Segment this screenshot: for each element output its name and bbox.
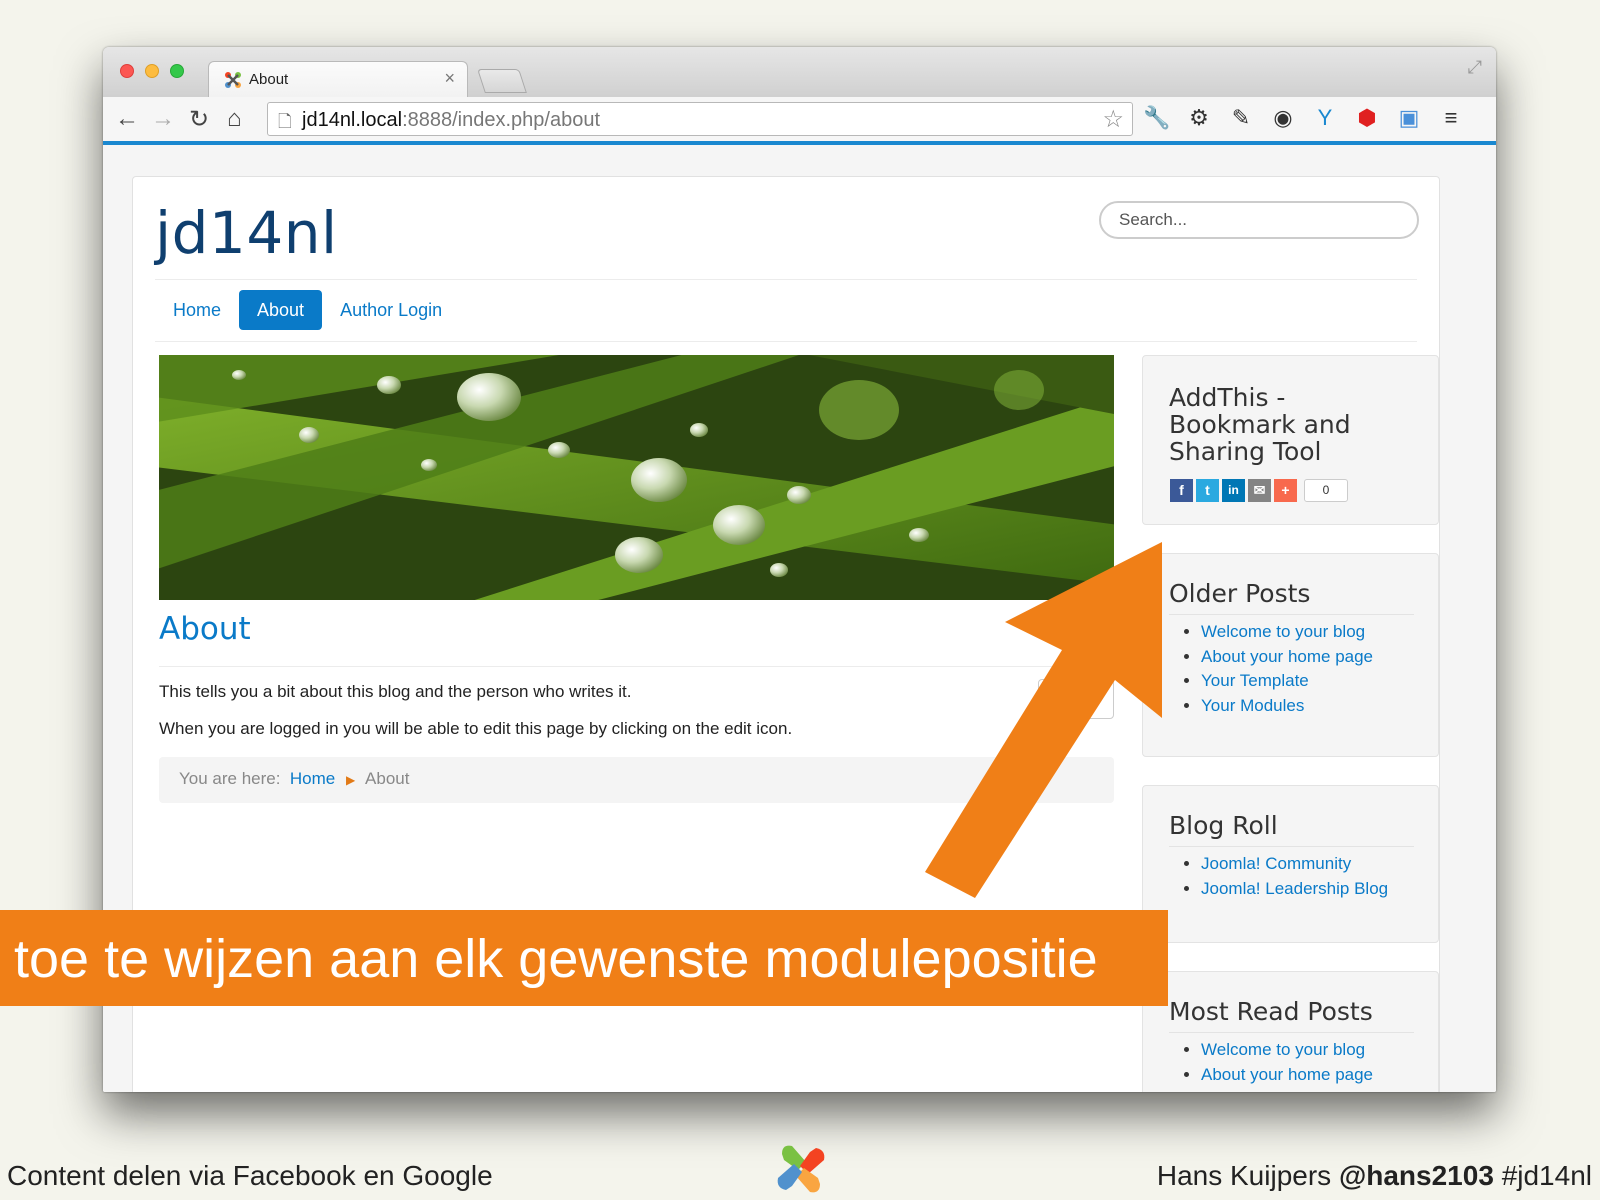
menu-item-author-login[interactable]: Author Login <box>322 290 460 330</box>
caption-banner: toe te wijzen aan elk gewenste modulepos… <box>0 910 1168 1006</box>
zoom-window-button[interactable] <box>170 64 184 78</box>
tab-close-icon[interactable]: × <box>444 68 455 89</box>
close-window-button[interactable] <box>120 64 134 78</box>
blog-roll-module: Blog Roll Joomla! Community Joomla! Lead… <box>1142 785 1439 943</box>
chevron-down-icon: ⌄ <box>1085 690 1099 707</box>
most-read-list: Welcome to your blog About your home pag… <box>1201 1038 1373 1087</box>
menu-icon[interactable]: ≡ <box>1437 105 1465 131</box>
url-text: jd14nl.local:8888/index.php/about <box>302 109 601 131</box>
breadcrumb-prefix: You are here: <box>179 769 281 788</box>
hero-image <box>159 355 1114 600</box>
share-count: 0 <box>1304 479 1348 502</box>
forward-icon[interactable]: → <box>151 105 175 133</box>
color-wheel-icon[interactable]: ◉ <box>1269 105 1297 131</box>
blog-roll-list: Joomla! Community Joomla! Leadership Blo… <box>1201 852 1388 901</box>
grass-dewdrops-image <box>159 355 1114 600</box>
page-icon: 🗋 <box>278 112 292 131</box>
list-item[interactable]: About your home page <box>1201 1063 1373 1088</box>
twitter-icon[interactable]: t <box>1196 479 1219 502</box>
site-title[interactable]: jd14nl <box>155 199 338 267</box>
facebook-icon[interactable]: f <box>1170 479 1193 502</box>
list-item[interactable]: Your Template <box>1201 669 1373 694</box>
list-item[interactable]: Your Modules <box>1201 694 1373 719</box>
list-item[interactable]: Joomla! Leadership Blog <box>1201 877 1388 902</box>
list-item[interactable]: Welcome to your blog <box>1201 1038 1373 1063</box>
main-menu: Home About Author Login <box>155 290 460 330</box>
search-input[interactable] <box>1099 201 1419 239</box>
screen-extension-icon[interactable]: ▣ <box>1395 105 1423 131</box>
tab-title: About <box>249 71 289 88</box>
article-title: About <box>159 611 251 647</box>
most-read-module: Most Read Posts Welcome to your blog Abo… <box>1142 971 1439 1092</box>
addthis-module: AddThis - Bookmark and Sharing Tool f t … <box>1142 355 1439 525</box>
list-item[interactable]: About your home page <box>1201 645 1373 670</box>
wrench-icon[interactable]: 🔧 <box>1143 105 1171 131</box>
menu-item-home[interactable]: Home <box>155 290 239 330</box>
new-tab-button[interactable] <box>477 69 527 93</box>
address-bar[interactable]: 🗋 jd14nl.local:8888/index.php/about ☆ <box>267 102 1133 136</box>
menu-item-about[interactable]: About <box>239 290 323 330</box>
more-share-icon[interactable]: + <box>1274 479 1297 502</box>
slide-footer-title: Content delen via Facebook en Google <box>7 1160 493 1191</box>
fullscreen-icon[interactable]: ⤢ <box>1468 57 1482 78</box>
breadcrumb-separator-icon: ▶ <box>346 773 356 787</box>
gear-icon[interactable]: ⚙ <box>1185 105 1213 131</box>
caption-text: toe te wijzen aan elk gewenste modulepos… <box>14 929 1098 989</box>
browser-tab-about[interactable]: About × <box>208 61 468 97</box>
reload-icon[interactable]: ↻ <box>189 105 209 134</box>
back-icon[interactable]: ← <box>115 105 139 133</box>
stop-extension-icon[interactable]: ⬢ <box>1353 105 1381 131</box>
list-item[interactable]: Joomla! Community <box>1201 852 1388 877</box>
divider <box>1169 1032 1414 1033</box>
browser-toolbar: ← → ↻ ⌂ 🗋 jd14nl.local:8888/index.php/ab… <box>103 97 1496 145</box>
module-title: Older Posts <box>1169 579 1311 608</box>
article-paragraph: When you are logged in you will be able … <box>159 719 793 738</box>
older-posts-module: Older Posts Welcome to your blog About y… <box>1142 553 1439 757</box>
list-item[interactable]: Welcome to your blog <box>1201 620 1373 645</box>
divider <box>1169 846 1414 847</box>
breadcrumb-home-link[interactable]: Home <box>290 769 335 788</box>
y-extension-icon[interactable]: Y <box>1311 105 1339 131</box>
title-bar: About × ⤢ <box>103 47 1496 97</box>
divider <box>1169 614 1414 615</box>
slide-footer-author: Hans Kuijpers @hans2103 #jd14nl <box>1156 1160 1592 1191</box>
article-paragraph: This tells you a bit about this blog and… <box>159 682 632 701</box>
module-title: Blog Roll <box>1169 811 1278 840</box>
eyedropper-icon[interactable]: ✎ <box>1227 105 1255 131</box>
share-buttons: f t in ✉ + 0 <box>1170 479 1348 502</box>
module-title: Most Read Posts <box>1169 997 1373 1026</box>
older-posts-list: Welcome to your blog About your home pag… <box>1201 620 1373 718</box>
module-title: AddThis - Bookmark and Sharing Tool <box>1169 383 1351 466</box>
home-icon[interactable]: ⌂ <box>227 105 242 133</box>
email-icon[interactable]: ✉ <box>1248 479 1271 502</box>
divider <box>155 279 1417 280</box>
breadcrumb: You are here: Home ▶ About <box>159 757 1114 803</box>
article-tools-button[interactable]: ⌄ <box>1038 679 1114 719</box>
breadcrumb-current: About <box>365 769 410 788</box>
divider <box>159 666 1114 667</box>
linkedin-icon[interactable]: in <box>1222 479 1245 502</box>
joomla-favicon-icon <box>225 72 241 88</box>
divider <box>155 341 1417 342</box>
minimize-window-button[interactable] <box>145 64 159 78</box>
bookmark-star-icon[interactable]: ☆ <box>1102 105 1124 134</box>
joomla-logo-icon <box>777 1145 825 1193</box>
